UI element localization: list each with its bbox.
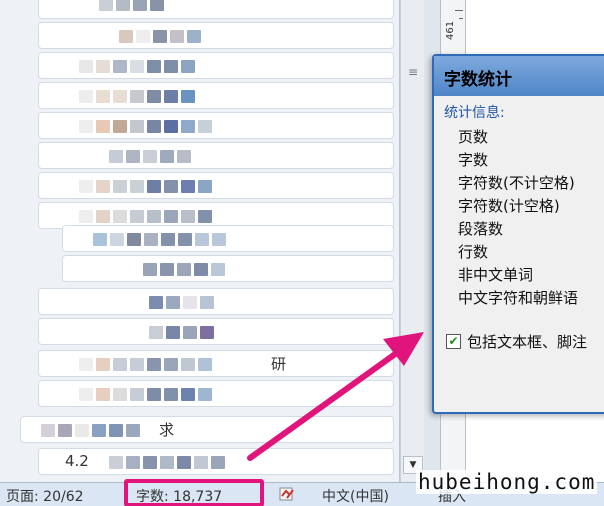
nav-heading-item[interactable]: 求 <box>20 416 394 443</box>
nav-heading-item[interactable] <box>62 255 394 282</box>
include-textbox-label: 包括文本框、脚注 <box>467 333 588 351</box>
nav-heading-item[interactable] <box>38 288 394 315</box>
nav-item-text: 研 <box>271 355 287 373</box>
dialog-title: 字数统计 <box>434 56 604 96</box>
statistics-header: 统计信息: <box>444 105 505 121</box>
nav-item-text: 4.2 <box>65 452 89 470</box>
ruler-number: 461 <box>445 20 456 40</box>
nav-heading-item[interactable] <box>38 82 394 109</box>
nav-heading-item[interactable] <box>38 0 394 19</box>
stat-chars-with-spaces: 字符数(计空格) <box>458 197 560 215</box>
stat-lines: 行数 <box>458 243 489 261</box>
nav-heading-item[interactable] <box>62 225 394 252</box>
nav-heading-item[interactable] <box>38 318 394 345</box>
watermark-text: hubeihong.com <box>416 470 598 494</box>
include-textbox-option[interactable]: ✔ 包括文本框、脚注 <box>446 331 587 352</box>
proofing-icon[interactable] <box>278 485 296 503</box>
nav-heading-item[interactable] <box>38 52 394 79</box>
scroll-grip-icon[interactable]: ≡ <box>406 66 420 78</box>
nav-heading-item[interactable] <box>38 172 394 199</box>
navigation-pane[interactable]: ◢ 研 ◢ 求 4.2 <box>0 0 400 482</box>
nav-heading-item[interactable]: 4.2 <box>38 448 394 475</box>
stat-non-asian-words: 非中文单词 <box>458 266 534 284</box>
language-indicator[interactable]: 中文(中国) <box>322 486 389 506</box>
annotation-highlight-box <box>124 479 264 506</box>
nav-heading-item[interactable] <box>38 142 394 169</box>
stat-chars-no-spaces: 字符数(不计空格) <box>458 174 575 192</box>
nav-item-text: 求 <box>159 421 175 439</box>
navigation-scrollbar[interactable]: ≡ ▼ <box>400 0 424 482</box>
stat-asian-chars: 中文字符和朝鲜语 <box>458 289 579 307</box>
nav-heading-item[interactable] <box>38 22 394 49</box>
word-count-dialog: 字数统计 统计信息: 页数 字数 字符数(不计空格) 字符数(计空格) 段落数 … <box>432 54 604 414</box>
stat-paragraphs: 段落数 <box>458 220 504 238</box>
stat-words: 字数 <box>458 151 489 169</box>
nav-heading-item[interactable] <box>38 112 394 139</box>
nav-heading-item[interactable]: 研 <box>38 350 394 377</box>
include-textbox-checkbox[interactable]: ✔ <box>446 334 461 349</box>
page-indicator[interactable]: 页面: 20/62 <box>6 486 84 506</box>
stat-pages: 页数 <box>458 128 489 146</box>
nav-heading-item[interactable] <box>38 380 394 407</box>
